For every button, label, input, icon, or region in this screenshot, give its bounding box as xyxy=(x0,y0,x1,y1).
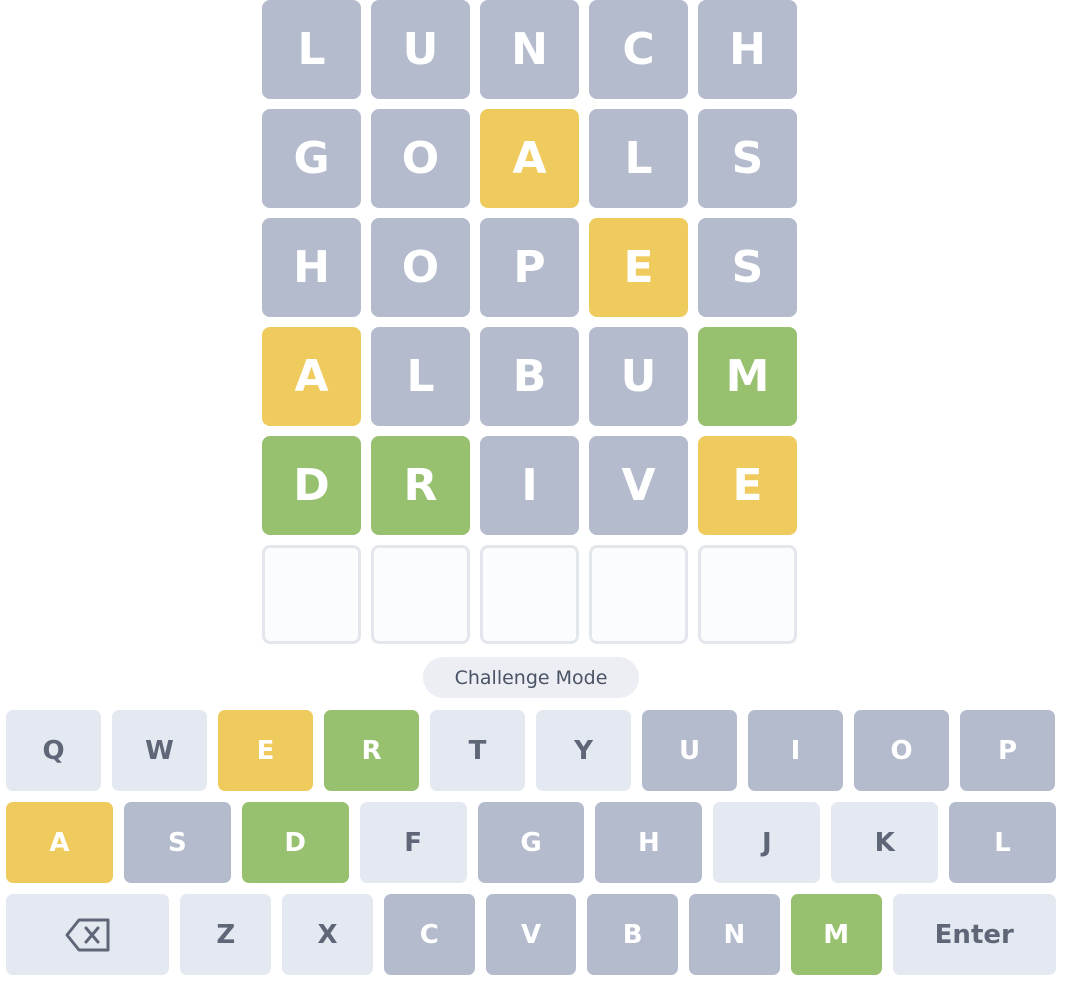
letter-tile: V xyxy=(589,436,688,535)
letter-tile: S xyxy=(698,109,797,208)
letter-tile: G xyxy=(262,109,361,208)
letter-tile: U xyxy=(589,327,688,426)
letter-tile: A xyxy=(262,327,361,426)
empty-tile xyxy=(589,545,688,644)
letter-tile: H xyxy=(698,0,797,99)
key-x[interactable]: X xyxy=(282,894,373,975)
key-b[interactable]: B xyxy=(587,894,679,975)
key-t[interactable]: T xyxy=(430,710,525,791)
challenge-mode-label: Challenge Mode xyxy=(454,666,608,689)
key-w[interactable]: W xyxy=(112,710,207,791)
board-row xyxy=(262,545,800,644)
key-s[interactable]: S xyxy=(123,802,231,883)
letter-tile: C xyxy=(589,0,688,99)
letter-tile: D xyxy=(262,436,361,535)
board-row: LUNCH xyxy=(262,0,800,99)
letter-tile: O xyxy=(371,218,470,317)
key-h[interactable]: H xyxy=(595,802,703,883)
board-row: GOALS xyxy=(262,109,800,208)
board-row: DRIVE xyxy=(262,436,800,535)
letter-tile: A xyxy=(480,109,579,208)
letter-tile: L xyxy=(371,327,470,426)
enter-key[interactable]: Enter xyxy=(892,894,1056,975)
letter-tile: S xyxy=(698,218,797,317)
keyboard-row: QWERTYUIOP xyxy=(6,710,1056,791)
empty-tile xyxy=(480,545,579,644)
keyboard-row: ASDFGHJKL xyxy=(6,802,1057,883)
key-n[interactable]: N xyxy=(689,894,780,975)
key-r[interactable]: R xyxy=(324,710,419,791)
letter-tile: O xyxy=(371,109,470,208)
letter-tile: E xyxy=(589,218,688,317)
letter-tile: E xyxy=(698,436,797,535)
key-p[interactable]: P xyxy=(960,710,1055,791)
key-y[interactable]: Y xyxy=(536,710,631,791)
key-c[interactable]: C xyxy=(383,894,475,975)
on-screen-keyboard: Q W E R T Y U I O P A S D F G H J K L Z X C V B N M Enter xyxy=(6,710,1057,986)
key-a[interactable]: A xyxy=(6,802,113,883)
game-board: LUNCHGOALSHOPESALBUMDRIVE xyxy=(262,0,800,654)
board-row: ALBUM xyxy=(262,327,800,426)
letter-tile: I xyxy=(480,436,579,535)
empty-tile xyxy=(698,545,797,644)
keyboard-row: Z X C V B N M Enter xyxy=(6,894,1056,975)
key-g[interactable]: G xyxy=(477,802,585,883)
letter-tile: U xyxy=(371,0,470,99)
letter-tile: L xyxy=(589,109,688,208)
key-q[interactable]: Q xyxy=(6,710,101,791)
key-z[interactable]: Z xyxy=(180,894,272,975)
key-i[interactable]: I xyxy=(748,710,843,791)
key-j[interactable]: J xyxy=(713,802,821,883)
key-e[interactable]: E xyxy=(218,710,313,791)
letter-tile: B xyxy=(480,327,579,426)
backspace-icon xyxy=(65,918,111,952)
key-m[interactable]: M xyxy=(790,894,882,975)
key-u[interactable]: U xyxy=(642,710,737,791)
empty-tile xyxy=(371,545,470,644)
backspace-key[interactable] xyxy=(6,894,170,975)
board-row: HOPES xyxy=(262,218,800,317)
key-f[interactable]: F xyxy=(359,802,467,883)
letter-tile: L xyxy=(262,0,361,99)
key-d[interactable]: D xyxy=(241,802,349,883)
letter-tile: M xyxy=(698,327,797,426)
key-l[interactable]: L xyxy=(949,802,1057,883)
letter-tile: R xyxy=(371,436,470,535)
challenge-mode-badge[interactable]: Challenge Mode xyxy=(423,657,639,698)
empty-tile xyxy=(262,545,361,644)
key-o[interactable]: O xyxy=(854,710,949,791)
key-v[interactable]: V xyxy=(485,894,577,975)
letter-tile: N xyxy=(480,0,579,99)
key-k[interactable]: K xyxy=(831,802,939,883)
letter-tile: P xyxy=(480,218,579,317)
letter-tile: H xyxy=(262,218,361,317)
